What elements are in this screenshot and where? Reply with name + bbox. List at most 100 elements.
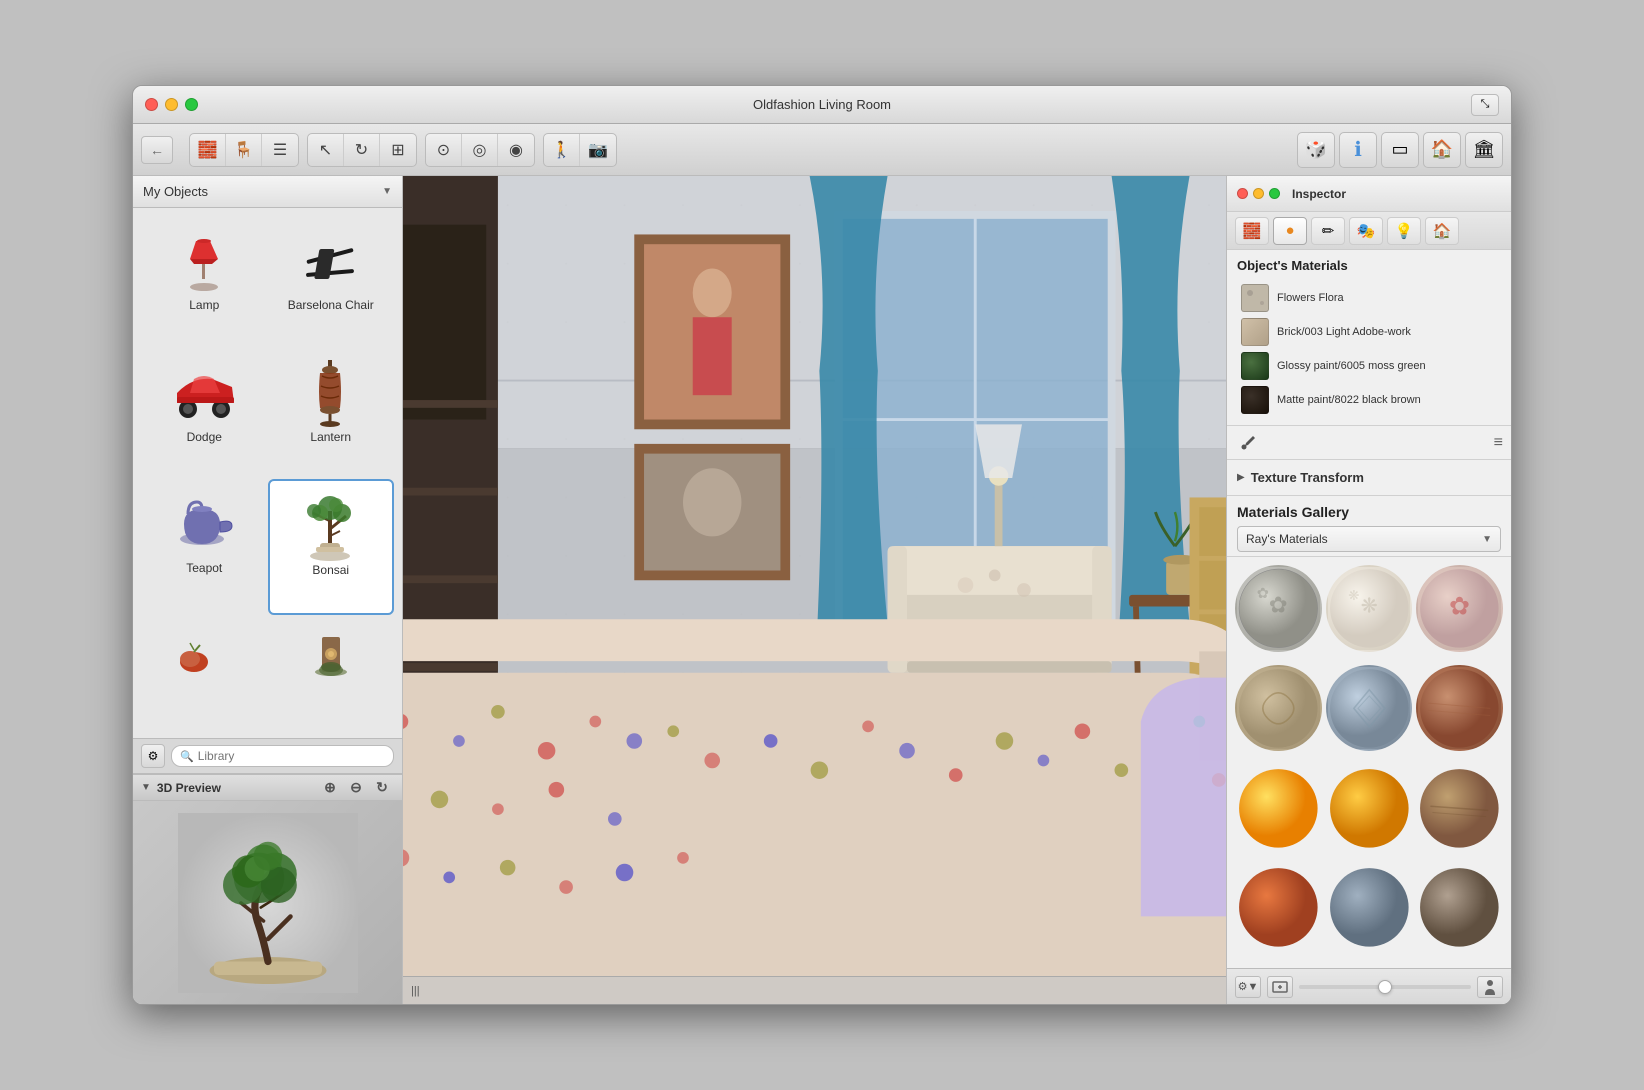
inspector-tabs: 🧱 ● ✏ 🎭 💡 🏠 xyxy=(1227,212,1511,250)
maximize-button[interactable] xyxy=(185,98,198,111)
gallery-dropdown-label: Ray's Materials xyxy=(1246,532,1328,546)
back-button[interactable]: ← xyxy=(141,136,173,164)
gallery-item-gray-floral[interactable]: ✿ ✿ xyxy=(1235,565,1322,652)
inspector-add-btn[interactable] xyxy=(1267,976,1293,998)
eyedropper-tool-btn[interactable] xyxy=(1235,430,1261,456)
preview-reset-btn[interactable]: ↻ xyxy=(370,778,394,798)
search-input[interactable] xyxy=(198,749,385,763)
gallery-title: Materials Gallery xyxy=(1237,504,1501,520)
toolbar-list-btn[interactable]: ☰ xyxy=(262,134,298,166)
lantern-icon xyxy=(291,358,371,428)
gallery-item-blue-diamond[interactable] xyxy=(1326,665,1413,752)
toolbar-render-mid-btn[interactable]: ◎ xyxy=(462,134,498,166)
gallery-item-blue-gray[interactable] xyxy=(1326,864,1413,951)
object-item-misc2[interactable] xyxy=(268,615,395,731)
tab-edit[interactable]: ✏ xyxy=(1311,217,1345,245)
toolbar-camera-btn[interactable]: 📷 xyxy=(580,134,616,166)
inspector-min-btn[interactable] xyxy=(1253,188,1264,199)
render-toolbar-group: ⊙ ◎ ◉ xyxy=(425,133,535,167)
slider-container xyxy=(1299,985,1471,989)
object-item-chair[interactable]: Barselona Chair xyxy=(268,216,395,348)
toolbar-snap-btn[interactable]: ⊞ xyxy=(380,134,416,166)
gallery-header: Materials Gallery Ray's Materials ▼ xyxy=(1227,496,1511,557)
tab-scene[interactable]: 🏠 xyxy=(1425,217,1459,245)
gallery-item-red-floral[interactable]: ✿ xyxy=(1416,565,1503,652)
size-slider[interactable] xyxy=(1299,985,1471,989)
toolbar-render-icon-btn[interactable]: 🎲 xyxy=(1297,132,1335,168)
fullscreen-button[interactable]: ⤡ xyxy=(1471,94,1499,116)
toolbar-walk-btn[interactable]: 🚶 xyxy=(544,134,580,166)
walk-toolbar-group: 🚶 📷 xyxy=(543,133,617,167)
tab-render[interactable]: 🎭 xyxy=(1349,217,1383,245)
toolbar-select-btn[interactable]: ↖ xyxy=(308,134,344,166)
inspector-tools: ≡ xyxy=(1227,426,1511,460)
slider-thumb[interactable] xyxy=(1378,980,1392,994)
svg-text:✿: ✿ xyxy=(1269,591,1288,617)
toolbar-view2-btn[interactable]: 🏠 xyxy=(1423,132,1461,168)
gallery-item-rust-wood[interactable] xyxy=(1416,665,1503,752)
gallery-dropdown[interactable]: Ray's Materials ▼ xyxy=(1237,526,1501,552)
gallery-item-orange1[interactable] xyxy=(1235,765,1322,852)
gallery-item-tan-brocade[interactable] xyxy=(1235,665,1322,752)
close-button[interactable] xyxy=(145,98,158,111)
gallery-item-dark-brown[interactable] xyxy=(1416,864,1503,951)
toolbar-render-off-btn[interactable]: ⊙ xyxy=(426,134,462,166)
tab-objects[interactable]: 🧱 xyxy=(1235,217,1269,245)
left-sidebar: My Objects ▼ Lamp xyxy=(133,176,403,1004)
inspector-close-btn[interactable] xyxy=(1237,188,1248,199)
toolbar-rotate-btn[interactable]: ↻ xyxy=(344,134,380,166)
teapot-label: Teapot xyxy=(186,561,222,575)
gallery-item-white-floral[interactable]: ❋ ❋ xyxy=(1326,565,1413,652)
object-item-teapot[interactable]: Teapot xyxy=(141,479,268,615)
svg-text:❋: ❋ xyxy=(1360,594,1377,617)
preview-zoom-out-btn[interactable]: ⊖ xyxy=(344,778,368,798)
inspector-settings-btn[interactable]: ⚙▼ xyxy=(1235,976,1261,998)
search-bar: ⚙ 🔍 xyxy=(133,738,402,774)
object-item-lamp[interactable]: Lamp xyxy=(141,216,268,348)
glossy-paint-label: Glossy paint/6005 moss green xyxy=(1277,359,1426,373)
gallery-item-brown-wood[interactable] xyxy=(1416,765,1503,852)
minimize-button[interactable] xyxy=(165,98,178,111)
object-item-lantern[interactable]: Lantern xyxy=(268,348,395,480)
toolbar-objects-btn[interactable]: 🧱 xyxy=(190,134,226,166)
lantern-label: Lantern xyxy=(310,430,351,444)
gallery-item-orange-texture[interactable] xyxy=(1235,864,1322,951)
bonsai-preview-svg xyxy=(178,813,358,993)
title-bar-buttons xyxy=(145,98,198,111)
toolbar-view3-btn[interactable]: 🏛 xyxy=(1465,132,1503,168)
flowers-flora-label: Flowers Flora xyxy=(1277,291,1344,305)
preview-zoom-in-btn[interactable]: ⊕ xyxy=(318,778,342,798)
objects-dropdown[interactable]: My Objects ▼ xyxy=(133,176,402,208)
toolbar-info-btn[interactable]: ℹ xyxy=(1339,132,1377,168)
material-glossy-paint[interactable]: Glossy paint/6005 moss green xyxy=(1237,349,1501,383)
material-flowers-flora[interactable]: Flowers Flora xyxy=(1237,281,1501,315)
toolbar-right-group: 🎲 ℹ ▭ 🏠 🏛 xyxy=(1297,132,1503,168)
inspector-max-btn[interactable] xyxy=(1269,188,1280,199)
svg-text:✿: ✿ xyxy=(1257,586,1269,602)
tab-materials[interactable]: ● xyxy=(1273,217,1307,245)
toolbar-chair-btn[interactable]: 🪑 xyxy=(226,134,262,166)
preview-collapse-icon[interactable]: ▼ xyxy=(141,782,151,793)
object-item-bonsai[interactable]: Bonsai xyxy=(268,479,395,615)
material-matte-paint[interactable]: Matte paint/8022 black brown xyxy=(1237,383,1501,417)
inspector-bottom-bar: ⚙▼ xyxy=(1227,968,1511,1004)
texture-transform-header[interactable]: ▶ Texture Transform xyxy=(1237,468,1501,487)
flowers-flora-swatch xyxy=(1241,284,1269,312)
glossy-paint-swatch xyxy=(1241,352,1269,380)
chair-icon xyxy=(291,226,371,296)
toolbar-render-on-btn[interactable]: ◉ xyxy=(498,134,534,166)
search-settings-button[interactable]: ⚙ xyxy=(141,744,165,768)
gallery-item-orange2[interactable] xyxy=(1326,765,1413,852)
object-item-dodge[interactable]: Dodge xyxy=(141,348,268,480)
toolbar-view1-btn[interactable]: ▭ xyxy=(1381,132,1419,168)
hamburger-menu-btn[interactable]: ≡ xyxy=(1494,434,1503,452)
center-view: ||| xyxy=(403,176,1226,1004)
material-brick[interactable]: Brick/003 Light Adobe-work xyxy=(1237,315,1501,349)
toolbar: ← 🧱 🪑 ☰ ↖ ↻ ⊞ ⊙ ◎ ◉ 🚶 📷 🎲 ℹ ▭ 🏠 🏛 xyxy=(133,124,1511,176)
gallery-dropdown-arrow-icon: ▼ xyxy=(1482,534,1492,545)
tab-lighting[interactable]: 💡 xyxy=(1387,217,1421,245)
preview-header: ▼ 3D Preview ⊕ ⊖ ↻ xyxy=(133,775,402,801)
inspector-person-btn[interactable] xyxy=(1477,976,1503,998)
object-item-misc1[interactable] xyxy=(141,615,268,731)
title-bar: Oldfashion Living Room ⤡ xyxy=(133,86,1511,124)
